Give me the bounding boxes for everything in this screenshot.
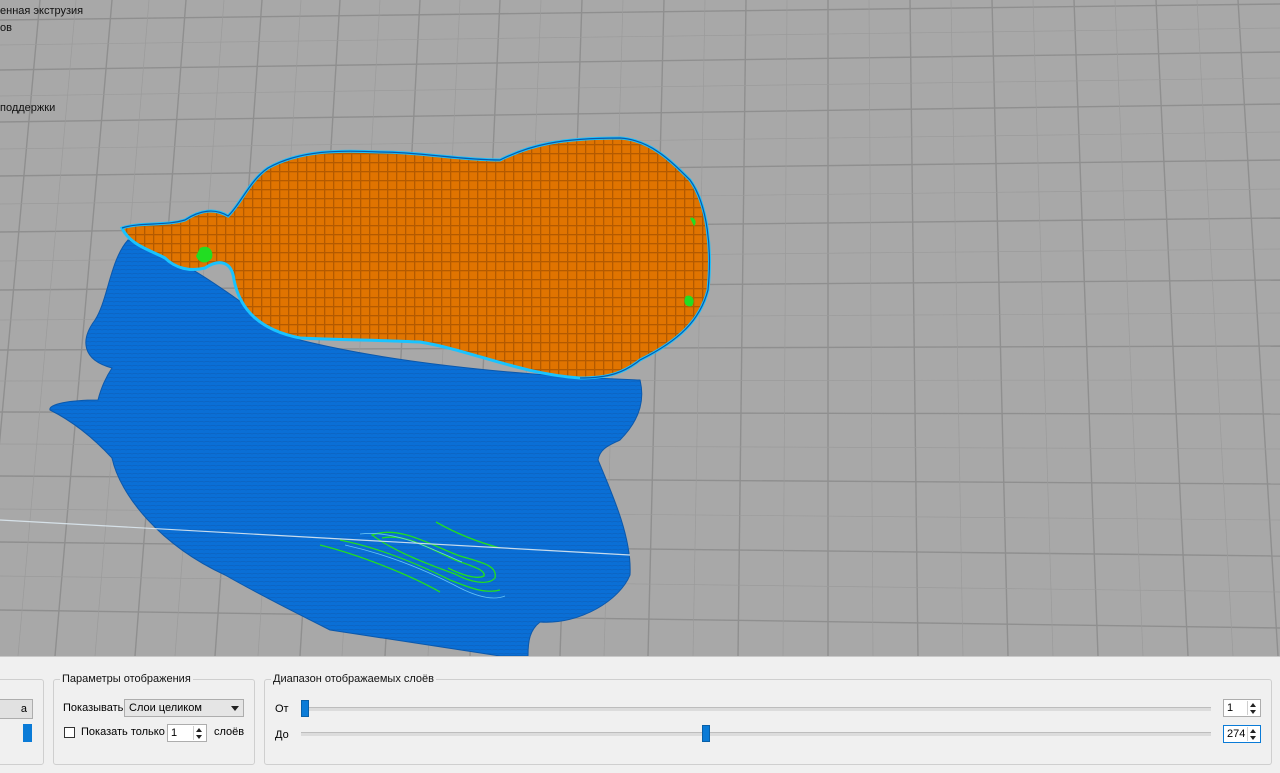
layers-suffix-label: слоёв [214, 726, 245, 738]
spin-buttons[interactable] [1247, 701, 1259, 715]
spin-up-icon[interactable] [1250, 703, 1256, 707]
spin-buttons[interactable] [193, 726, 205, 740]
show-only-label: Показать только [81, 726, 165, 738]
to-layer-value: 274 [1227, 728, 1246, 740]
layer-range-title: Диапазон отображаемых слоёв [271, 673, 437, 685]
display-params-group: Параметры отображения Показывать Слои це… [53, 673, 255, 765]
from-label: От [275, 703, 289, 715]
to-layer-spinbox[interactable]: 274 [1223, 725, 1261, 743]
from-layer-spinbox[interactable]: 1 [1223, 699, 1261, 717]
legend-item-walls: ов [0, 22, 12, 34]
display-params-title: Параметры отображения [60, 673, 193, 685]
show-only-checkbox[interactable] [64, 727, 75, 738]
spin-up-icon[interactable] [1250, 729, 1256, 733]
to-label: До [275, 729, 289, 741]
spin-down-icon[interactable] [196, 735, 202, 739]
from-layer-value: 1 [1227, 702, 1234, 714]
from-slider-track[interactable] [301, 707, 1211, 711]
spin-down-icon[interactable] [1250, 736, 1256, 740]
show-only-count-value: 1 [171, 727, 178, 739]
from-slider-handle[interactable] [301, 700, 309, 717]
to-slider-handle[interactable] [702, 725, 711, 742]
legend: енная экструзия ов поддержки [0, 0, 200, 130]
left-group-button[interactable]: а [0, 699, 33, 719]
to-slider-track[interactable] [301, 732, 1211, 736]
preview-viewport[interactable]: енная экструзия ов поддержки [0, 0, 1280, 656]
chevron-down-icon [231, 706, 239, 711]
preview-control-panel: а Параметры отображения Показывать Слои … [0, 656, 1280, 773]
spin-down-icon[interactable] [1250, 710, 1256, 714]
left-group: а [0, 679, 44, 765]
layer-range-group: Диапазон отображаемых слоёв От 1 До 274 [264, 673, 1272, 765]
left-group-slider-handle[interactable] [23, 724, 32, 742]
show-mode-select[interactable]: Слои целиком [124, 699, 244, 717]
show-label: Показывать [63, 702, 124, 714]
show-only-count-spinbox[interactable]: 1 [167, 724, 207, 742]
show-mode-value: Слои целиком [129, 702, 202, 714]
legend-item-extrusion: енная экструзия [0, 5, 84, 17]
legend-item-support: поддержки [0, 102, 56, 114]
spin-up-icon[interactable] [196, 728, 202, 732]
spin-buttons[interactable] [1247, 727, 1259, 741]
